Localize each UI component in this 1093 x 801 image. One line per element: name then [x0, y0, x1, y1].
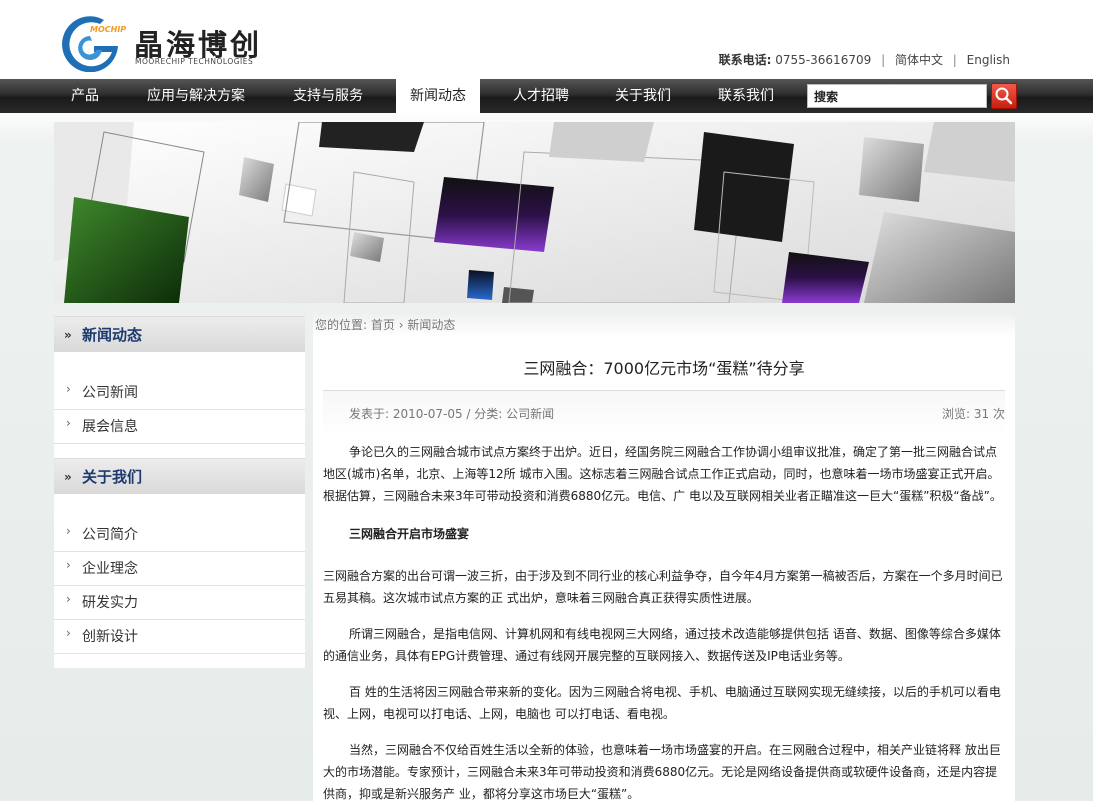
sidebar-title-about: 关于我们	[82, 468, 143, 486]
article-subheading: 三网融合开启市场盛宴	[349, 527, 470, 541]
sidebar-item-design[interactable]: › 创新设计	[54, 620, 305, 654]
sidebar-list: › 公司新闻 › 展会信息	[54, 352, 305, 458]
chevron-right-icon: ›	[66, 524, 71, 538]
nav-item-news[interactable]: 新闻动态	[396, 79, 480, 113]
article-meta: 发表于: 2010-07-05 / 分类: 公司新闻 浏览: 31 次	[323, 390, 1005, 436]
nav-item-solutions[interactable]: 应用与解决方案	[136, 79, 256, 113]
sidebar-item-label: 研发实力	[82, 595, 138, 611]
top-links: 联系电话: 0755-36616709 | 简体中文 | English	[719, 51, 1010, 68]
separator: |	[881, 53, 886, 67]
article-paragraph: 当然，三网融合不仅给百姓生活以全新的体验，也意味着一场市场盛宴的开启。在三网融合…	[323, 743, 1001, 801]
article-paragraph: 争论已久的三网融合城市试点方案终于出炉。近日，经国务院三网融合工作协调小组审议批…	[323, 445, 1002, 503]
sidebar-item-label: 企业理念	[82, 561, 138, 577]
sidebar-list: › 公司简介 › 企业理念 › 研发实力 › 创新设计	[54, 494, 305, 668]
chevron-down-icon: »	[64, 328, 72, 342]
phone-number: 0755-36616709	[775, 53, 872, 67]
banner-abstract-squares-image	[54, 122, 1015, 303]
sidebar-section-title: » 新闻动态	[54, 316, 305, 352]
sidebar: » 新闻动态 › 公司新闻 › 展会信息 » 关于我们 › 公司简介 › 企业理…	[54, 316, 305, 668]
nav-item-support[interactable]: 支持与服务	[280, 79, 376, 113]
sidebar-item-company-news[interactable]: › 公司新闻	[54, 376, 305, 410]
article-date-category: 发表于: 2010-07-05 / 分类: 公司新闻	[349, 407, 555, 421]
sidebar-item-philosophy[interactable]: › 企业理念	[54, 552, 305, 586]
breadcrumb-prefix: 您的位置:	[315, 318, 368, 332]
sidebar-section-title: » 关于我们	[54, 458, 305, 494]
article-body: 争论已久的三网融合城市试点方案终于出炉。近日，经国务院三网融合工作协调小组审议批…	[323, 441, 1005, 801]
article-paragraph: 所谓三网融合，是指电信网、计算机网和有线电视网三大网络，通过技术改造能够提供包括…	[323, 627, 1001, 663]
company-logo[interactable]: MOCHIP 晶海博创 MOORECHIP TECHNOLOGIES	[60, 16, 270, 72]
sidebar-item-company-profile[interactable]: › 公司简介	[54, 518, 305, 552]
main-content: 您的位置: 首页 › 新闻动态 三网融合：7000亿元市场“蛋糕”待分享 发表于…	[313, 313, 1015, 801]
breadcrumb: 您的位置: 首页 › 新闻动态	[313, 313, 1015, 337]
separator: |	[952, 53, 957, 67]
article-view-count: 浏览: 31 次	[942, 407, 1005, 421]
chevron-right-icon: ›	[66, 382, 71, 396]
nav-item-about[interactable]: 关于我们	[602, 79, 684, 113]
article-title: 三网融合：7000亿元市场“蛋糕”待分享	[523, 359, 805, 378]
nav-item-products[interactable]: 产品	[58, 79, 112, 113]
chevron-right-icon: ›	[66, 558, 71, 572]
chevron-right-icon: ›	[66, 592, 71, 606]
hero-banner	[54, 122, 1015, 303]
article-paragraph: 百 姓的生活将因三网融合带来新的变化。因为三网融合将电视、手机、电脑通过互联网实…	[323, 685, 1001, 721]
search-button[interactable]	[991, 83, 1017, 109]
breadcrumb-current-link[interactable]: 新闻动态	[407, 318, 455, 332]
chevron-down-icon: »	[64, 470, 72, 484]
breadcrumb-home-link[interactable]: 首页	[371, 318, 395, 332]
logo-english-name: MOORECHIP TECHNOLOGIES	[135, 57, 254, 66]
phone-label: 联系电话:	[718, 53, 772, 67]
sidebar-item-rnd[interactable]: › 研发实力	[54, 586, 305, 620]
nav-item-contact[interactable]: 联系我们	[705, 79, 787, 113]
sidebar-item-label: 公司新闻	[82, 385, 138, 401]
lang-chinese-link[interactable]: 简体中文	[895, 53, 943, 67]
sidebar-title-news: 新闻动态	[82, 326, 143, 344]
sidebar-item-label: 公司简介	[82, 527, 138, 543]
sidebar-item-label: 创新设计	[82, 629, 138, 645]
article-paragraph: 三网融合方案的出台可谓一波三折，由于涉及到不同行业的核心利益争夺，自今年4月方案…	[323, 569, 1003, 605]
logo-badge: MOCHIP	[90, 25, 127, 34]
search-icon	[995, 87, 1013, 105]
search-input[interactable]	[807, 84, 987, 108]
chevron-right-icon: ›	[66, 416, 71, 430]
site-header: MOCHIP 晶海博创 MOORECHIP TECHNOLOGIES 联系电话:…	[0, 0, 1093, 80]
sidebar-item-exhibition[interactable]: › 展会信息	[54, 410, 305, 444]
sidebar-item-label: 展会信息	[82, 419, 138, 435]
nav-item-careers[interactable]: 人才招聘	[500, 79, 582, 113]
lang-english-link[interactable]: English	[967, 53, 1010, 67]
chevron-right-icon: ›	[66, 626, 71, 640]
